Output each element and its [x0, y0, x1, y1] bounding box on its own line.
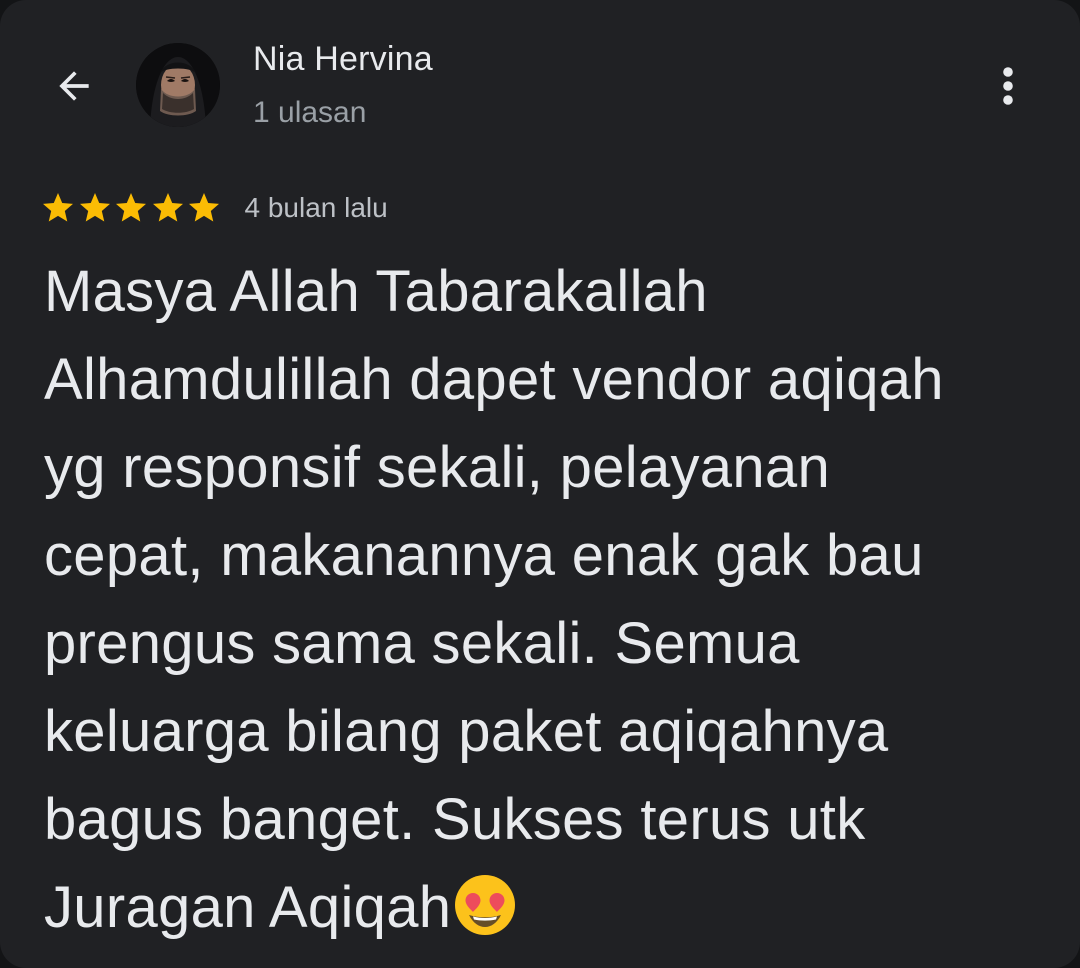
more-vert-icon — [1003, 67, 1013, 105]
review-line: bagus banget. Sukses terus utk — [44, 787, 866, 852]
star-icon — [43, 193, 73, 222]
review-line: Masya Allah Tabarakallah — [44, 259, 708, 324]
back-button[interactable] — [46, 58, 102, 114]
reviewer-name[interactable]: Nia Hervina — [253, 40, 433, 79]
review-line: yg responsif sekali, pelayanan — [44, 435, 831, 500]
rating-row: 4 bulan lalu — [40, 186, 388, 230]
arrow-left-icon — [59, 71, 89, 101]
more-options-button[interactable] — [984, 60, 1032, 112]
review-line: keluarga bilang paket aqiqahnya — [44, 699, 889, 764]
avatar-image — [136, 43, 220, 127]
review-text: Masya Allah Tabarakallah Alhamdulillah da… — [44, 248, 1044, 952]
review-detail-screen: Nia Hervina 1 ulasan 4 bulan lalu Masya … — [0, 0, 1080, 968]
review-line: Alhamdulillah dapet vendor aqiqah — [44, 347, 944, 412]
review-line: cepat, makanannya enak gak bau — [44, 523, 924, 588]
review-count: 1 ulasan — [253, 96, 367, 129]
avatar[interactable] — [136, 43, 220, 127]
review-time: 4 bulan lalu — [244, 192, 388, 223]
star-icon — [152, 193, 183, 222]
star-rating — [40, 190, 223, 226]
review-line: prengus sama sekali. Semua — [44, 611, 800, 676]
star-icon — [116, 193, 146, 222]
star-icon — [79, 193, 110, 222]
star-icon — [189, 193, 219, 222]
review-line: Juragan Aqiqah — [44, 864, 1044, 952]
heart-eyes-emoji-icon — [455, 875, 516, 935]
